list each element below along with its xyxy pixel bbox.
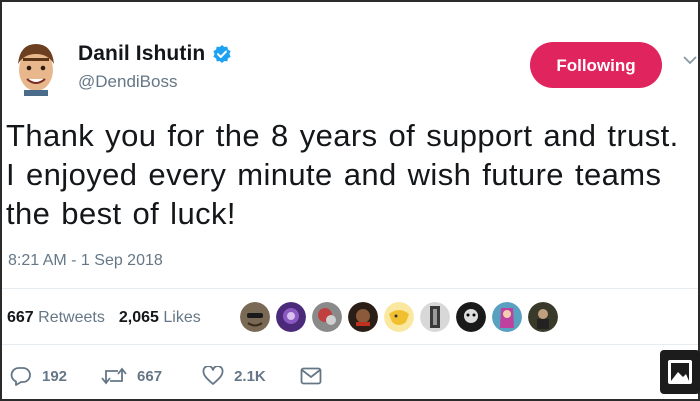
reply-icon [10, 367, 31, 386]
likes-stat[interactable]: 2,065 Likes [119, 309, 201, 326]
retweets-label: Retweets [38, 309, 105, 326]
liker-avatar[interactable] [420, 302, 450, 332]
retweets-count: 667 [7, 309, 34, 326]
liker-avatar[interactable] [492, 302, 522, 332]
following-button[interactable]: Following [530, 42, 662, 88]
retweet-icon [101, 367, 127, 385]
chevron-down-icon[interactable] [682, 52, 698, 68]
tweet-text: Thank you for the 8 years of support and… [6, 118, 679, 231]
reply-count: 192 [42, 367, 68, 385]
envelope-icon [300, 367, 322, 385]
author-name-row[interactable]: Danil Ishutin [78, 42, 232, 66]
tweet-card: Danil Ishutin @DendiBoss Following Thank… [2, 2, 698, 399]
likes-label: Likes [163, 309, 201, 326]
like-button[interactable]: 2.1K [202, 366, 266, 386]
liker-avatar[interactable] [456, 302, 486, 332]
retweet-count: 667 [137, 367, 163, 385]
liker-avatar[interactable] [528, 302, 558, 332]
liker-avatar[interactable] [384, 302, 414, 332]
tweet-stats: 667 Retweets 2,065 Likes [7, 309, 201, 327]
image-viewer-button[interactable] [660, 350, 700, 394]
liker-avatar[interactable] [312, 302, 342, 332]
tweet-actions: 192 667 2.1K [10, 366, 322, 386]
liker-avatar[interactable] [348, 302, 378, 332]
divider [2, 344, 698, 345]
author-handle[interactable]: @DendiBoss [78, 72, 177, 92]
retweets-stat[interactable]: 667 Retweets [7, 309, 105, 326]
author-avatar[interactable] [14, 40, 58, 96]
author-display-name[interactable]: Danil Ishutin [78, 42, 205, 66]
heart-icon [202, 366, 224, 385]
liker-avatars [240, 302, 564, 332]
retweet-button[interactable]: 667 [101, 366, 162, 386]
likes-count: 2,065 [118, 309, 159, 326]
liker-avatar[interactable] [240, 302, 270, 332]
reply-button[interactable]: 192 [10, 366, 67, 386]
divider [2, 288, 698, 289]
tweet-timestamp[interactable]: 8:21 AM - 1 Sep 2018 [8, 252, 163, 270]
direct-message-button[interactable] [300, 367, 322, 385]
like-count: 2.1K [234, 367, 266, 385]
verified-badge-icon [213, 45, 231, 63]
image-icon [668, 360, 692, 384]
liker-avatar[interactable] [276, 302, 306, 332]
